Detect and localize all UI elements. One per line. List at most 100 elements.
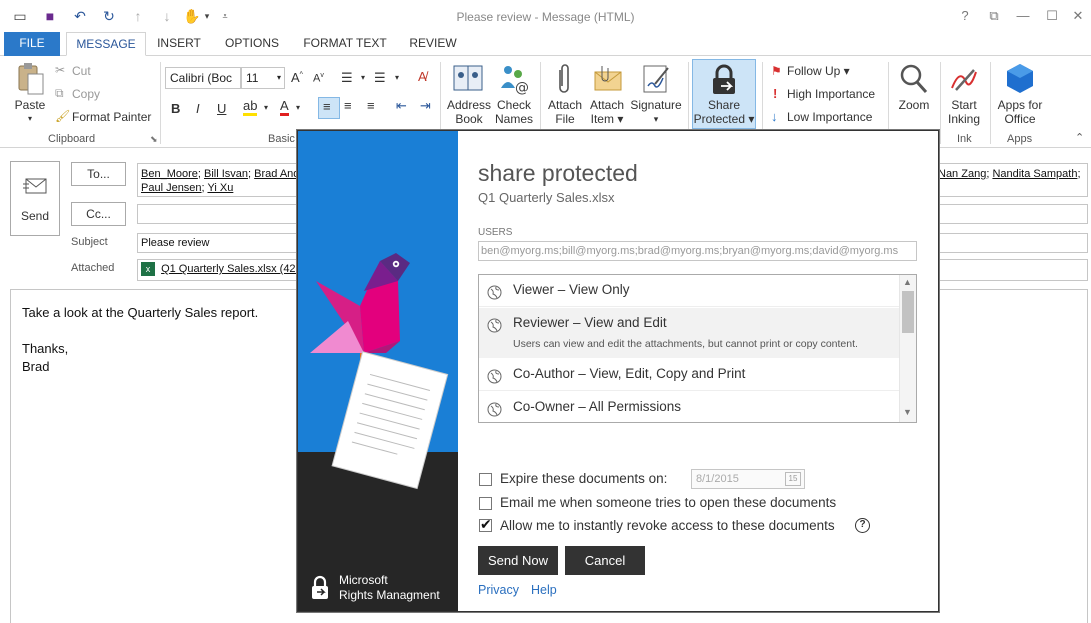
font-color-dropdown-icon[interactable]: ▾ — [296, 103, 300, 112]
align-right-icon[interactable]: ≡ — [367, 98, 375, 113]
help-link[interactable]: Help — [531, 583, 557, 597]
scrollbar-thumb[interactable] — [902, 291, 914, 333]
tab-insert[interactable]: INSERT — [150, 32, 208, 56]
address-book-icon[interactable] — [451, 62, 485, 96]
tab-message[interactable]: MESSAGE — [66, 32, 146, 56]
check-names-icon[interactable]: @ — [497, 62, 531, 96]
shrink-font-icon[interactable]: Av — [313, 72, 324, 85]
attach-item-icon[interactable] — [592, 62, 624, 96]
tab-options[interactable]: OPTIONS — [218, 32, 286, 56]
maximize-button[interactable]: ☐ — [1042, 8, 1062, 24]
collapse-ribbon-icon[interactable]: ⌃ — [1075, 131, 1084, 144]
bold-icon[interactable]: B — [171, 101, 180, 116]
to-button[interactable]: To... — [71, 162, 126, 186]
email-notify-checkbox[interactable] — [479, 497, 492, 510]
minimize-button[interactable]: — — [1013, 8, 1033, 24]
help-icon[interactable]: ? — [855, 518, 870, 533]
privacy-link[interactable]: Privacy — [478, 583, 519, 597]
recipient[interactable]: Nan Zang — [938, 168, 986, 180]
share-protected-button[interactable]: Share Protected ▾ — [692, 59, 756, 129]
start-inking-label[interactable]: Start Inking — [942, 98, 986, 126]
users-input[interactable]: ben@myorg.ms;bill@myorg.ms;brad@myorg.ms… — [478, 241, 917, 261]
permission-co-author[interactable]: Co-Author – View, Edit, Copy and Print — [479, 359, 900, 391]
permission-viewer[interactable]: Viewer – View Only — [479, 275, 900, 307]
italic-icon[interactable]: I — [196, 101, 200, 116]
attach-file-label[interactable]: Attach File — [544, 98, 586, 126]
clear-formatting-icon[interactable]: A̸ — [418, 69, 427, 84]
numbering-dropdown-icon[interactable]: ▾ — [395, 73, 399, 82]
font-name-select[interactable]: Calibri (Boc — [165, 67, 241, 89]
start-inking-icon[interactable] — [948, 62, 980, 96]
apps-for-office-line1: Apps for — [997, 98, 1043, 112]
follow-up-button[interactable]: Follow Up ▾ — [787, 64, 850, 78]
address-book-label[interactable]: Address Book — [443, 98, 495, 126]
apps-for-office-label[interactable]: Apps for Office — [994, 98, 1046, 126]
expire-checkbox[interactable] — [479, 473, 492, 486]
signature-label[interactable]: Signature ▾ — [626, 98, 686, 126]
increase-indent-icon[interactable]: ⇥ — [420, 98, 431, 114]
send-now-button[interactable]: Send Now — [478, 546, 558, 575]
check-names-label[interactable]: Check Names — [490, 98, 538, 126]
paste-label[interactable]: Paste — [12, 98, 48, 112]
numbering-icon[interactable]: ☰ — [374, 70, 386, 86]
permissions-scrollbar[interactable]: ▲ ▼ — [899, 275, 916, 422]
paste-dropdown-icon[interactable]: ▾ — [12, 112, 48, 126]
attachment-link[interactable]: Q1 Quarterly Sales.xlsx (42 K — [161, 263, 306, 275]
cut-button[interactable]: Cut — [72, 64, 91, 78]
clipboard-launcher-icon[interactable]: ⬊ — [150, 134, 158, 145]
zoom-icon[interactable] — [898, 62, 930, 96]
high-importance-icon[interactable]: ! — [773, 86, 777, 101]
high-importance-button[interactable]: High Importance — [787, 87, 875, 101]
font-color-icon[interactable]: A — [280, 99, 289, 116]
attach-file-line2: File — [555, 112, 575, 126]
tab-format-text[interactable]: FORMAT TEXT — [297, 32, 393, 56]
format-painter-button[interactable]: Format Painter — [72, 110, 151, 124]
help-button[interactable]: ? — [955, 8, 975, 24]
paste-icon[interactable] — [14, 62, 46, 96]
paperclip-icon[interactable] — [554, 62, 574, 96]
recipient[interactable]: Nandita Sampath — [992, 168, 1077, 180]
expire-date-input[interactable]: 8/1/2015 15 — [691, 469, 805, 489]
grow-font-icon[interactable]: A^ — [291, 70, 303, 85]
underline-icon[interactable]: U — [217, 101, 226, 116]
low-importance-icon[interactable]: ↓ — [771, 109, 778, 124]
flag-icon[interactable]: ⚑ — [771, 64, 782, 78]
send-button[interactable]: Send — [10, 161, 60, 236]
chevron-down-icon: ▾ — [276, 73, 281, 82]
cc-button[interactable]: Cc... — [71, 202, 126, 226]
recipient[interactable]: Ben_Moore — [141, 168, 198, 180]
recipient[interactable]: Bill Isvan — [204, 168, 248, 180]
tab-review[interactable]: REVIEW — [402, 32, 464, 56]
permission-reviewer[interactable]: Reviewer – View and Edit Users can view … — [479, 308, 900, 358]
revoke-access-checkbox[interactable]: ✔ — [479, 516, 492, 532]
ribbon-display-button[interactable]: ⧉ — [984, 8, 1004, 24]
align-left-button[interactable]: ≡ — [318, 97, 340, 119]
bullets-icon[interactable]: ☰ — [341, 70, 353, 86]
apps-for-office-icon[interactable] — [1004, 62, 1036, 96]
decrease-indent-icon[interactable]: ⇤ — [396, 98, 407, 114]
recipient[interactable]: Yi Xu — [207, 182, 233, 194]
highlight-dropdown-icon[interactable]: ▾ — [264, 103, 268, 112]
calendar-icon[interactable]: 15 — [785, 472, 801, 486]
cancel-button[interactable]: Cancel — [565, 546, 645, 575]
highlight-icon[interactable]: ab — [243, 99, 258, 116]
cut-icon[interactable]: ✂ — [55, 63, 65, 77]
scroll-up-icon[interactable]: ▲ — [903, 277, 912, 287]
copy-button[interactable]: Copy — [72, 87, 100, 101]
send-envelope-icon — [23, 176, 49, 196]
align-center-icon[interactable]: ≡ — [344, 98, 352, 113]
attach-item-label[interactable]: Attach Item ▾ — [586, 98, 628, 126]
format-painter-icon[interactable]: 🖌 — [55, 109, 70, 123]
close-button[interactable]: ✕ — [1068, 8, 1088, 24]
signature-icon[interactable] — [641, 62, 671, 96]
low-importance-button[interactable]: Low Importance — [787, 110, 872, 124]
tab-file[interactable]: FILE — [4, 32, 60, 56]
recipient[interactable]: Paul Jensen — [141, 182, 202, 194]
bullets-dropdown-icon[interactable]: ▾ — [361, 73, 365, 82]
zoom-label[interactable]: Zoom — [893, 98, 935, 112]
permissions-list[interactable]: Viewer – View Only Reviewer – View and E… — [478, 274, 917, 423]
font-size-select[interactable]: 11 ▾ — [241, 67, 285, 89]
permission-co-owner[interactable]: Co-Owner – All Permissions — [479, 392, 900, 422]
scroll-down-icon[interactable]: ▼ — [903, 407, 912, 417]
copy-icon[interactable]: ⧉ — [55, 86, 64, 101]
